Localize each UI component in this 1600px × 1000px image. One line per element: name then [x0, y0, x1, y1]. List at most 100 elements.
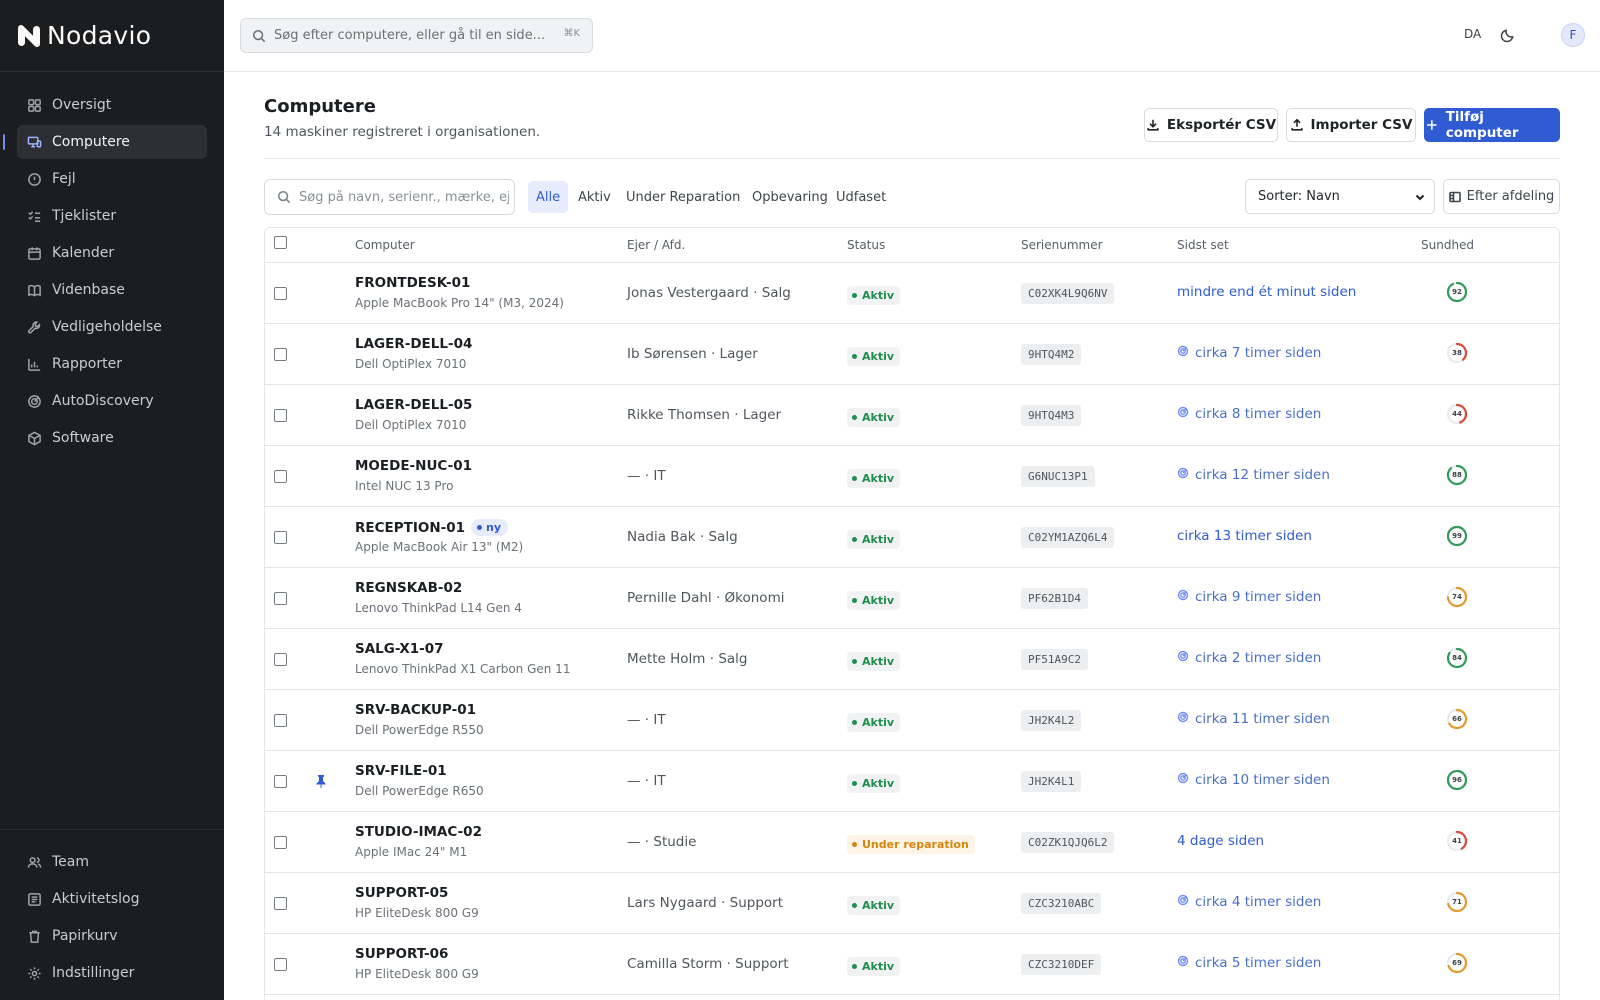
table-row[interactable]: LAGER-DELL-04 Dell OptiPlex 7010 Ib Sørens…	[265, 324, 1559, 385]
import-csv-button[interactable]: Importer CSV	[1286, 108, 1416, 142]
column-header-computer[interactable]: Computer	[355, 238, 415, 252]
table-row[interactable]: FRONTDESK-01 Apple MacBook Pro 14" (M3, 2…	[265, 263, 1559, 324]
tab-udfaset[interactable]: Udfaset	[828, 181, 894, 213]
tab-aktiv[interactable]: Aktiv	[570, 181, 619, 213]
calendar-icon	[26, 245, 42, 261]
export-csv-button[interactable]: Eksportér CSV	[1144, 108, 1278, 142]
row-checkbox[interactable]	[274, 287, 287, 300]
avatar[interactable]: F	[1561, 23, 1585, 47]
computer-name-text[interactable]: SRV-BACKUP-01	[355, 702, 476, 718]
computer-name-text[interactable]: LAGER-DELL-05	[355, 397, 472, 413]
sidebar-item-vedligeholdelse[interactable]: Vedligeholdelse	[17, 310, 207, 344]
row-checkbox[interactable]	[274, 653, 287, 666]
row-checkbox[interactable]	[274, 348, 287, 361]
table-row[interactable]: REGNSKAB-02 Lenovo ThinkPad L14 Gen 4 Pern…	[265, 568, 1559, 629]
row-checkbox[interactable]	[274, 958, 287, 971]
serial-number: PF51A9C2	[1021, 649, 1088, 670]
row-checkbox[interactable]	[274, 470, 287, 483]
column-header-serial[interactable]: Serienummer	[1021, 238, 1103, 252]
logo[interactable]: Nodavio	[0, 0, 224, 72]
row-checkbox[interactable]	[274, 592, 287, 605]
computer-name[interactable]: SALG-X1-07	[355, 641, 444, 657]
computer-name-text[interactable]: RECEPTION-01	[355, 520, 465, 536]
row-checkbox[interactable]	[274, 897, 287, 910]
autodiscovery-icon	[1177, 955, 1189, 971]
column-header-health[interactable]: Sundhed	[1421, 238, 1474, 252]
health-gauge: 38	[1445, 341, 1469, 365]
owner-department: — · IT	[627, 468, 666, 484]
global-search-input[interactable]: Søg efter computere, eller gå til en sid…	[240, 18, 593, 53]
sidebar-item-papirkurv[interactable]: Papirkurv	[17, 919, 207, 953]
sidebar-item-computere[interactable]: Computere	[3, 125, 207, 159]
computer-name[interactable]: LAGER-DELL-05	[355, 397, 472, 413]
table-row[interactable]: SUPPORT-05 HP EliteDesk 800 G9 Lars Nygaar…	[265, 873, 1559, 934]
table-row[interactable]: SUPPORT-06 HP EliteDesk 800 G9 Camilla Sto…	[265, 934, 1559, 995]
sidebar-item-kalender[interactable]: Kalender	[17, 236, 207, 270]
row-checkbox[interactable]	[274, 775, 287, 788]
computer-name[interactable]: MOEDE-NUC-01	[355, 458, 472, 474]
sidebar-item-fejl[interactable]: Fejl	[17, 162, 207, 196]
row-checkbox[interactable]	[274, 714, 287, 727]
sidebar-item-aktivitetslog[interactable]: Aktivitetslog	[17, 882, 207, 916]
sidebar-item-autodiscovery[interactable]: AutoDiscovery	[17, 384, 207, 418]
serial-number: 9HTQ4M2	[1021, 344, 1082, 365]
select-all-checkbox[interactable]	[274, 236, 287, 249]
table-row[interactable]: SALG-X1-07 Lenovo ThinkPad X1 Carbon Gen …	[265, 629, 1559, 690]
column-header-owner[interactable]: Ejer / Afd.	[627, 238, 685, 252]
sidebar-item-software[interactable]: Software	[17, 421, 207, 455]
sidebar-item-label: Fejl	[52, 171, 76, 187]
add-computer-button[interactable]: Tilføj computer	[1424, 108, 1560, 142]
computer-name[interactable]: REGNSKAB-02	[355, 580, 462, 596]
computer-name[interactable]: SRV-BACKUP-01	[355, 702, 476, 718]
table-row[interactable]: SRV-FILE-01 Dell PowerEdge R650 — · IT Akti…	[265, 751, 1559, 812]
sidebar-item-team[interactable]: Team	[17, 845, 207, 879]
table-search-input[interactable]	[299, 189, 509, 205]
sidebar-item-rapporter[interactable]: Rapporter	[17, 347, 207, 381]
computer-name-text[interactable]: SALG-X1-07	[355, 641, 444, 657]
table-row[interactable]: SRV-BACKUP-01 Dell PowerEdge R550 — · IT Ak…	[265, 690, 1559, 751]
autodiscovery-icon	[1177, 406, 1189, 422]
table-row[interactable]: STUDIO-IMAC-02 Apple IMac 24" M1 — · Studi…	[265, 812, 1559, 873]
autodiscovery-icon	[1177, 650, 1189, 666]
computer-name-text[interactable]: SUPPORT-05	[355, 885, 448, 901]
sidebar-item-tjeklister[interactable]: Tjeklister	[17, 199, 207, 233]
computer-name[interactable]: STUDIO-IMAC-02	[355, 824, 482, 840]
computer-name-text[interactable]: REGNSKAB-02	[355, 580, 462, 596]
language-switch[interactable]: DA	[1464, 27, 1481, 41]
autodiscovery-icon	[1177, 894, 1189, 910]
computer-name[interactable]: FRONTDESK-01	[355, 275, 470, 291]
row-checkbox[interactable]	[274, 409, 287, 422]
theme-toggle-button[interactable]	[1497, 25, 1517, 45]
column-header-status[interactable]: Status	[847, 238, 885, 252]
status-badge: Aktiv	[847, 347, 901, 366]
table-search[interactable]	[264, 179, 515, 215]
tab-opbevaring[interactable]: Opbevaring	[744, 181, 836, 213]
computer-name[interactable]: LAGER-DELL-04	[355, 336, 472, 352]
sort-select[interactable]: Sorter: Navn	[1245, 179, 1435, 214]
computer-name[interactable]: SUPPORT-05	[355, 885, 448, 901]
computer-name-text[interactable]: SUPPORT-06	[355, 946, 448, 962]
sidebar-item-videnbase[interactable]: Videnbase	[17, 273, 207, 307]
computer-name-text[interactable]: MOEDE-NUC-01	[355, 458, 472, 474]
table-row[interactable]: MOEDE-NUC-01 Intel NUC 13 Pro — · IT Aktiv G…	[265, 446, 1559, 507]
column-header-last-seen[interactable]: Sidst set	[1177, 238, 1229, 252]
computer-name[interactable]: SRV-FILE-01	[355, 763, 447, 779]
table-row[interactable]: RECEPTION-01 ny Apple MacBook Air 13" (M2)…	[265, 507, 1559, 568]
last-seen: cirka 10 timer siden	[1177, 772, 1330, 788]
row-checkbox[interactable]	[274, 836, 287, 849]
computer-name-text[interactable]: STUDIO-IMAC-02	[355, 824, 482, 840]
sidebar-item-indstillinger[interactable]: Indstillinger	[17, 956, 207, 990]
computer-name[interactable]: SUPPORT-06	[355, 946, 448, 962]
sidebar-item-oversigt[interactable]: Oversigt	[17, 88, 207, 122]
group-by-department-button[interactable]: Efter afdeling	[1443, 179, 1560, 214]
tab-alle[interactable]: Alle	[528, 181, 569, 213]
computer-name-text[interactable]: LAGER-DELL-04	[355, 336, 472, 352]
status-badge: Aktiv	[847, 957, 901, 976]
pin-icon[interactable]	[315, 773, 329, 788]
computer-name-text[interactable]: FRONTDESK-01	[355, 275, 470, 291]
computer-name-text[interactable]: SRV-FILE-01	[355, 763, 447, 779]
row-checkbox[interactable]	[274, 531, 287, 544]
table-row[interactable]: LAGER-DELL-05 Dell OptiPlex 7010 Rikke Tho…	[265, 385, 1559, 446]
tab-under-reparation[interactable]: Under Reparation	[618, 181, 748, 213]
computer-name[interactable]: RECEPTION-01 ny	[355, 519, 509, 536]
